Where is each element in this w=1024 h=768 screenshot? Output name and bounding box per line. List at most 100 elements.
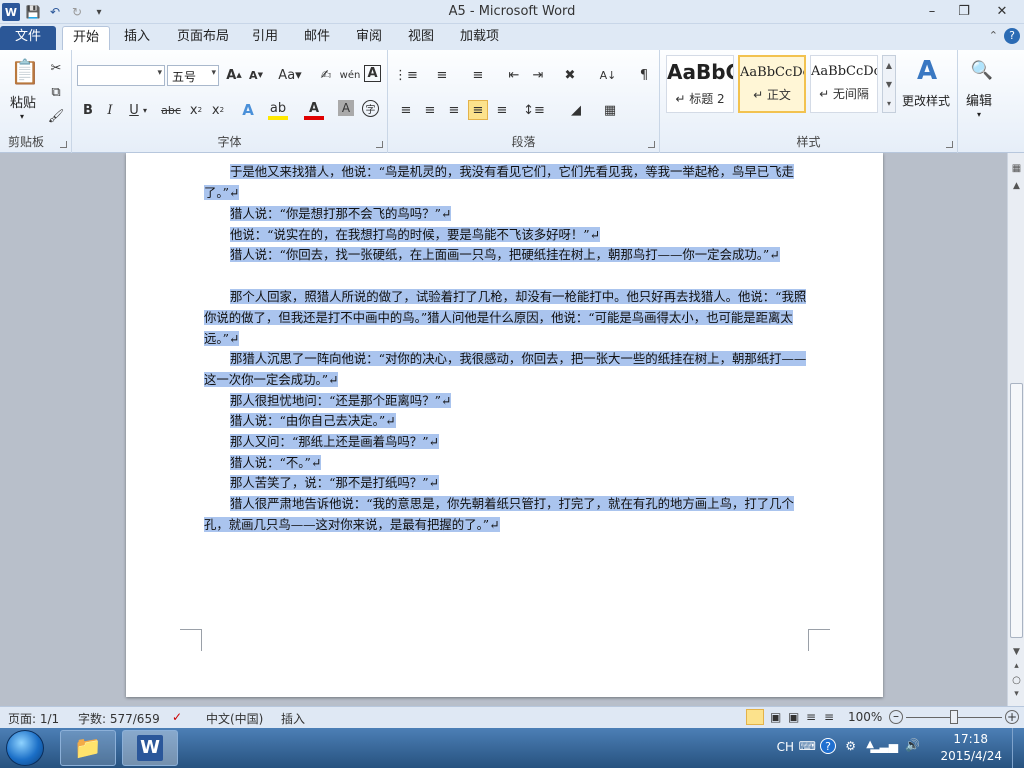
align-center-icon[interactable]: ≡ [420,100,440,120]
show-desktop-button[interactable] [1012,728,1024,768]
tab-home[interactable]: 开始 [62,26,111,50]
paste-icon[interactable]: 📋 [10,56,40,88]
multilevel-list-icon[interactable]: ≡ [468,65,488,85]
cut-icon[interactable]: ✂ [46,58,66,78]
paragraph-launcher-icon[interactable] [648,141,655,148]
change-styles-icon[interactable]: A [910,56,944,86]
print-layout-icon[interactable] [746,709,764,725]
ruler-toggle-icon[interactable]: ▦ [1008,163,1024,174]
editing-dropdown-icon[interactable]: ▾ [977,110,981,119]
tab-addins[interactable]: 加载项 [450,26,509,50]
volume-icon[interactable]: 🔊 [905,738,920,752]
distributed-icon[interactable]: ≡ [492,100,512,120]
clipboard-launcher-icon[interactable] [60,141,67,148]
paragraph[interactable]: 他说：“说实在的，在我想打鸟的时候，要是鸟能不飞该多好呀！”↵ [204,225,808,246]
network-icon[interactable]: ▂▃▅ [870,739,898,753]
explorer-taskbar-button[interactable]: 📁 [60,730,116,766]
align-left-icon[interactable]: ≡ [396,100,416,120]
change-case-icon[interactable]: Aa▾ [276,65,304,85]
paragraph[interactable]: 那人又问：“那纸上还是画着鸟吗？”↵ [204,432,808,453]
tab-file[interactable]: 文件 [0,26,56,50]
clear-formatting-icon[interactable]: ✍ [316,65,336,85]
shrink-font-icon[interactable]: A ▼ [246,65,266,85]
paragraph[interactable]: 那个人回家，照猎人所说的做了，试验着打了几枪，却没有一枪能打中。他只好再去找猎人… [204,287,808,349]
page[interactable]: 于是他又来找猎人，他说：“鸟是机灵的，我没有看见它们，它们先看见我，等我一举起枪… [126,153,883,697]
justify-icon[interactable]: ≡ [468,100,488,120]
sort-icon[interactable]: A↓ [598,65,618,85]
tab-review[interactable]: 审阅 [346,26,392,50]
paragraph[interactable]: 于是他又来找猎人，他说：“鸟是机灵的，我没有看见它们，它们先看见我，等我一举起枪… [204,162,808,204]
strikethrough-icon[interactable]: abc [160,100,182,120]
ime-settings-icon[interactable]: ⚙ [845,739,856,753]
character-border-icon[interactable]: A [364,65,381,82]
paragraph[interactable]: 那猎人沉思了一阵向他说：“对你的决心，我很感动，你回去，把一张大一些的纸挂在树上… [204,349,808,391]
style-normal[interactable]: AaBbCcDc ↵ 正文 [738,55,806,113]
underline-dropdown-icon[interactable]: ▾ [140,100,150,120]
minimize-icon[interactable]: – [916,0,948,22]
zoom-in-icon[interactable]: + [1005,710,1019,724]
scroll-down-icon[interactable]: ▼ [1008,647,1024,657]
insert-mode[interactable]: 插入 [281,710,305,727]
scroll-thumb[interactable] [1010,383,1023,638]
tab-page-layout[interactable]: 页面布局 [167,26,239,50]
zoom-level[interactable]: 100% [848,710,882,724]
tab-view[interactable]: 视图 [398,26,444,50]
minimize-ribbon-icon[interactable]: ⌃ [989,29,998,42]
word-count[interactable]: 字数: 577/659 [78,710,160,727]
line-spacing-icon[interactable]: ↕≡ [523,100,545,120]
close-icon[interactable]: ✕ [980,0,1024,22]
editing-button[interactable]: 编辑 [966,90,992,109]
zoom-out-icon[interactable]: – [889,710,903,724]
tab-references[interactable]: 引用 [242,26,288,50]
font-size-combo[interactable]: 五号 ▾ [167,65,219,86]
draft-icon[interactable]: ≡ [824,710,834,724]
paragraph[interactable]: 那人苦笑了，说：“那不是打纸吗？”↵ [204,473,808,494]
outline-icon[interactable]: ≡ [806,710,816,724]
bold-icon[interactable]: B [78,100,98,120]
font-color-icon[interactable]: A [304,100,324,120]
shading-icon[interactable]: ◢ [566,100,586,120]
borders-icon[interactable]: ▦ [600,100,620,120]
italic-icon[interactable]: I [100,100,120,120]
enclose-characters-icon[interactable]: 字 [362,100,379,117]
tab-insert[interactable]: 插入 [114,26,160,50]
text-effects-icon[interactable]: A [238,100,258,120]
style-no-spacing[interactable]: AaBbCcDc ↵ 无间隔 [810,55,878,113]
font-name-combo[interactable]: ▾ [77,65,165,86]
clock-time[interactable]: 17:18 [953,732,988,746]
ime-icon[interactable]: ⌨ [799,739,816,753]
format-painter-icon[interactable]: 🖌 [46,106,66,126]
paragraph[interactable]: 猎人很严肃地告诉他说：“我的意思是，你先朝着纸只管打，打完了，就在有孔的地方画上… [204,494,808,536]
document-area[interactable]: 于是他又来找猎人，他说：“鸟是机灵的，我没有看见它们，它们先看见我，等我一举起枪… [0,153,1007,706]
find-icon[interactable]: 🔍 [970,56,994,84]
paragraph[interactable]: 猎人说：“由你自己去决定。”↵ [204,411,808,432]
paragraph[interactable]: 猎人说：“你是想打那不会飞的鸟吗？”↵ [204,204,808,225]
highlight-color-icon[interactable]: ab [268,100,288,120]
ime-help-icon[interactable]: ? [820,738,836,754]
input-language[interactable]: CH [777,740,794,754]
style-heading2[interactable]: AaBbC ↵ 标题 2 [666,55,734,113]
tab-mailings[interactable]: 邮件 [294,26,340,50]
restore-icon[interactable]: ❐ [948,0,980,22]
paste-dropdown-icon[interactable]: ▾ [20,112,24,121]
align-right-icon[interactable]: ≡ [444,100,464,120]
change-styles-button[interactable]: 更改样式 [902,92,950,109]
decrease-indent-icon[interactable]: ⇤ [504,65,524,85]
paragraph[interactable]: 猎人说：“不。”↵ [204,453,808,474]
character-shading-icon[interactable]: A [338,100,354,116]
increase-indent-icon[interactable]: ⇥ [528,65,548,85]
paragraph[interactable]: 那人很担忧地问：“还是那个距离吗？”↵ [204,391,808,412]
language[interactable]: 中文(中国) [206,710,263,727]
start-button[interactable] [6,730,44,766]
vertical-scrollbar[interactable]: ▦ ▲ ▼ ▴ ○ ▾ [1007,153,1024,706]
superscript-icon[interactable]: x2 [208,100,228,120]
phonetic-guide-icon[interactable]: wén [340,65,361,85]
proofing-icon[interactable]: ✓ [172,710,182,724]
scroll-up-icon[interactable]: ▲ [1008,181,1024,191]
help-icon[interactable]: ? [1004,28,1020,44]
paragraph[interactable]: 猎人说：“你回去，找一张硬纸，在上面画一只鸟，把硬纸挂在树上，朝那鸟打——你一定… [204,245,808,266]
styles-launcher-icon[interactable] [946,141,953,148]
copy-icon[interactable]: ⧉ [46,82,66,102]
zoom-slider-thumb[interactable] [950,710,958,724]
subscript-icon[interactable]: x2 [186,100,206,120]
